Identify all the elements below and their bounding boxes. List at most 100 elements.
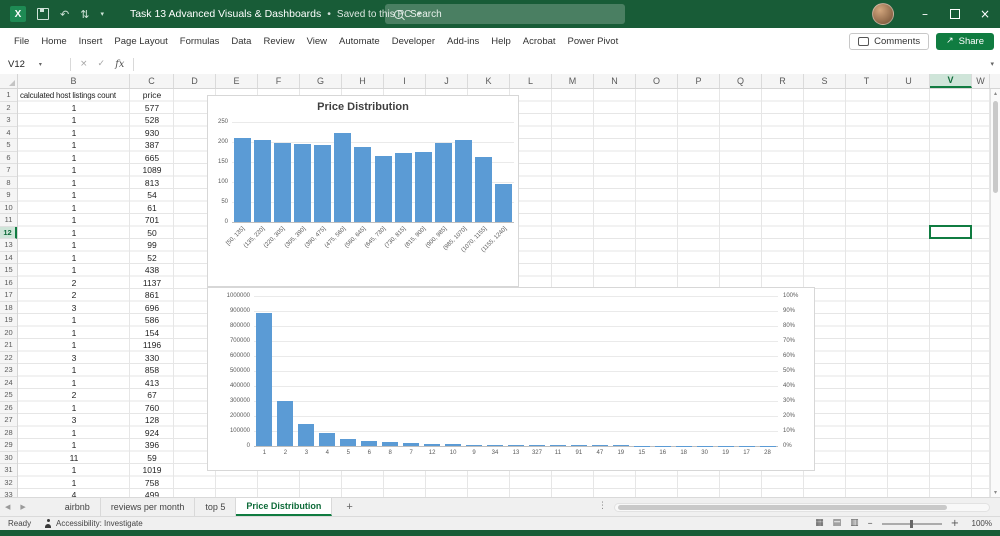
cell-C30[interactable]: 59 [130,452,174,465]
row-header-4[interactable]: 4 [0,127,17,139]
undo-icon[interactable]: ↶ [60,9,69,20]
sheet-nav-right-icon[interactable]: ▶ [15,503,30,511]
zoom-in-icon[interactable]: + [951,518,959,529]
page-break-view-icon[interactable]: ▥ [850,519,859,528]
row-header-5[interactable]: 5 [0,139,17,152]
ribbon-tab-data[interactable]: Data [225,28,257,54]
cell-B18[interactable]: 3 [18,302,130,315]
row-header-32[interactable]: 32 [0,477,17,489]
cell-C31[interactable]: 1019 [130,464,174,477]
sheet-tab-top-5[interactable]: top 5 [195,498,237,516]
minimize-button[interactable]: – [910,0,940,28]
row-header-11[interactable]: 11 [0,214,17,227]
normal-view-icon[interactable]: ▦ [815,519,824,528]
tab-overflow-icon[interactable]: ⋮ [598,501,607,511]
cell-B22[interactable]: 3 [18,352,130,365]
row-header-18[interactable]: 18 [0,302,17,314]
row-header-26[interactable]: 26 [0,402,17,414]
search-input[interactable]: Search [385,4,625,24]
cell-B25[interactable]: 2 [18,389,130,402]
ribbon-tab-page-layout[interactable]: Page Layout [108,28,173,54]
cell-C25[interactable]: 67 [130,389,174,402]
column-header-V[interactable]: V [930,74,972,88]
chart-pareto[interactable]: 1000000 100% 900000 90% 800000 80% 700000 70% 60… [207,287,815,471]
column-header-M[interactable]: M [552,74,594,88]
chart-price-distribution[interactable]: Price Distribution 250 200 150 100 50 0 [50, 1… [207,95,519,287]
cell-B17[interactable]: 2 [18,289,130,302]
horizontal-scrollbar-thumb[interactable] [618,505,948,510]
cell-B10[interactable]: 1 [18,202,130,215]
cancel-formula-icon[interactable]: × [75,59,93,69]
row-header-19[interactable]: 19 [0,314,17,327]
page-layout-view-icon[interactable]: ▤ [833,519,842,528]
row-header-29[interactable]: 29 [0,439,17,452]
cell-C2[interactable]: 577 [130,102,174,115]
column-header-W[interactable]: W [972,74,990,88]
cell-B29[interactable]: 1 [18,439,130,452]
cell-C14[interactable]: 52 [130,252,174,265]
cell-C19[interactable]: 586 [130,314,174,327]
sheet-nav-left-icon[interactable]: ◀ [0,503,15,511]
cell-C21[interactable]: 1196 [130,339,174,352]
cell-C3[interactable]: 528 [130,114,174,127]
row-header-21[interactable]: 21 [0,339,17,352]
cell-B27[interactable]: 3 [18,414,130,427]
cell-C16[interactable]: 1137 [130,277,174,290]
document-title[interactable]: Task 13 Advanced Visuals & Dashboards • … [130,8,421,20]
column-header-E[interactable]: E [216,74,258,88]
cell-B21[interactable]: 1 [18,339,130,352]
ribbon-tab-formulas[interactable]: Formulas [174,28,226,54]
cell-B28[interactable]: 1 [18,427,130,440]
row-header-25[interactable]: 25 [0,389,17,402]
column-header-Q[interactable]: Q [720,74,762,88]
ribbon-tab-developer[interactable]: Developer [386,28,441,54]
cell-B24[interactable]: 1 [18,377,130,390]
vertical-scrollbar-thumb[interactable] [993,101,998,193]
select-all-corner[interactable] [0,74,18,88]
row-header-2[interactable]: 2 [0,102,17,114]
save-icon[interactable] [37,8,49,20]
ribbon-tab-automate[interactable]: Automate [333,28,386,54]
name-box[interactable]: V12 ▾ [0,59,66,70]
row-header-22[interactable]: 22 [0,352,17,364]
cell-B6[interactable]: 1 [18,152,130,165]
cell-B11[interactable]: 1 [18,214,130,227]
row-header-17[interactable]: 17 [0,289,17,302]
close-button[interactable]: × [970,0,1000,28]
ribbon-tab-add-ins[interactable]: Add-ins [441,28,485,54]
cell-B4[interactable]: 1 [18,127,130,140]
cell-C7[interactable]: 1089 [130,164,174,177]
cell-C28[interactable]: 924 [130,427,174,440]
row-header-15[interactable]: 15 [0,264,17,277]
sort-az-icon[interactable]: ⇅ [80,9,89,20]
cell-B12[interactable]: 1 [18,227,130,240]
row-header-8[interactable]: 8 [0,177,17,189]
cell-C6[interactable]: 665 [130,152,174,165]
cell-B20[interactable]: 1 [18,327,130,340]
zoom-out-icon[interactable]: – [868,518,873,529]
excel-app-icon[interactable]: X [10,6,26,22]
column-header-U[interactable]: U [888,74,930,88]
column-header-L[interactable]: L [510,74,552,88]
row-header-20[interactable]: 20 [0,327,17,339]
row-header-30[interactable]: 30 [0,452,17,464]
column-header-R[interactable]: R [762,74,804,88]
scroll-down-icon[interactable]: ▾ [991,489,1000,496]
insert-function-icon[interactable]: fx [110,59,129,70]
cell-C26[interactable]: 760 [130,402,174,415]
column-header-F[interactable]: F [258,74,300,88]
column-header-S[interactable]: S [804,74,846,88]
vertical-scrollbar[interactable]: ▴ ▾ [990,89,1000,497]
cell-C9[interactable]: 54 [130,189,174,202]
zoom-slider-thumb[interactable] [909,519,913,528]
row-header-28[interactable]: 28 [0,427,17,439]
row-header-27[interactable]: 27 [0,414,17,427]
sheet-tab-price-distribution[interactable]: Price Distribution [236,498,333,516]
cell-C17[interactable]: 861 [130,289,174,302]
cell-B3[interactable]: 1 [18,114,130,127]
selected-cell[interactable] [929,225,972,239]
ribbon-tab-acrobat[interactable]: Acrobat [517,28,562,54]
row-header-13[interactable]: 13 [0,239,17,252]
zoom-slider[interactable] [881,519,942,528]
new-sheet-button[interactable]: + [332,501,366,513]
